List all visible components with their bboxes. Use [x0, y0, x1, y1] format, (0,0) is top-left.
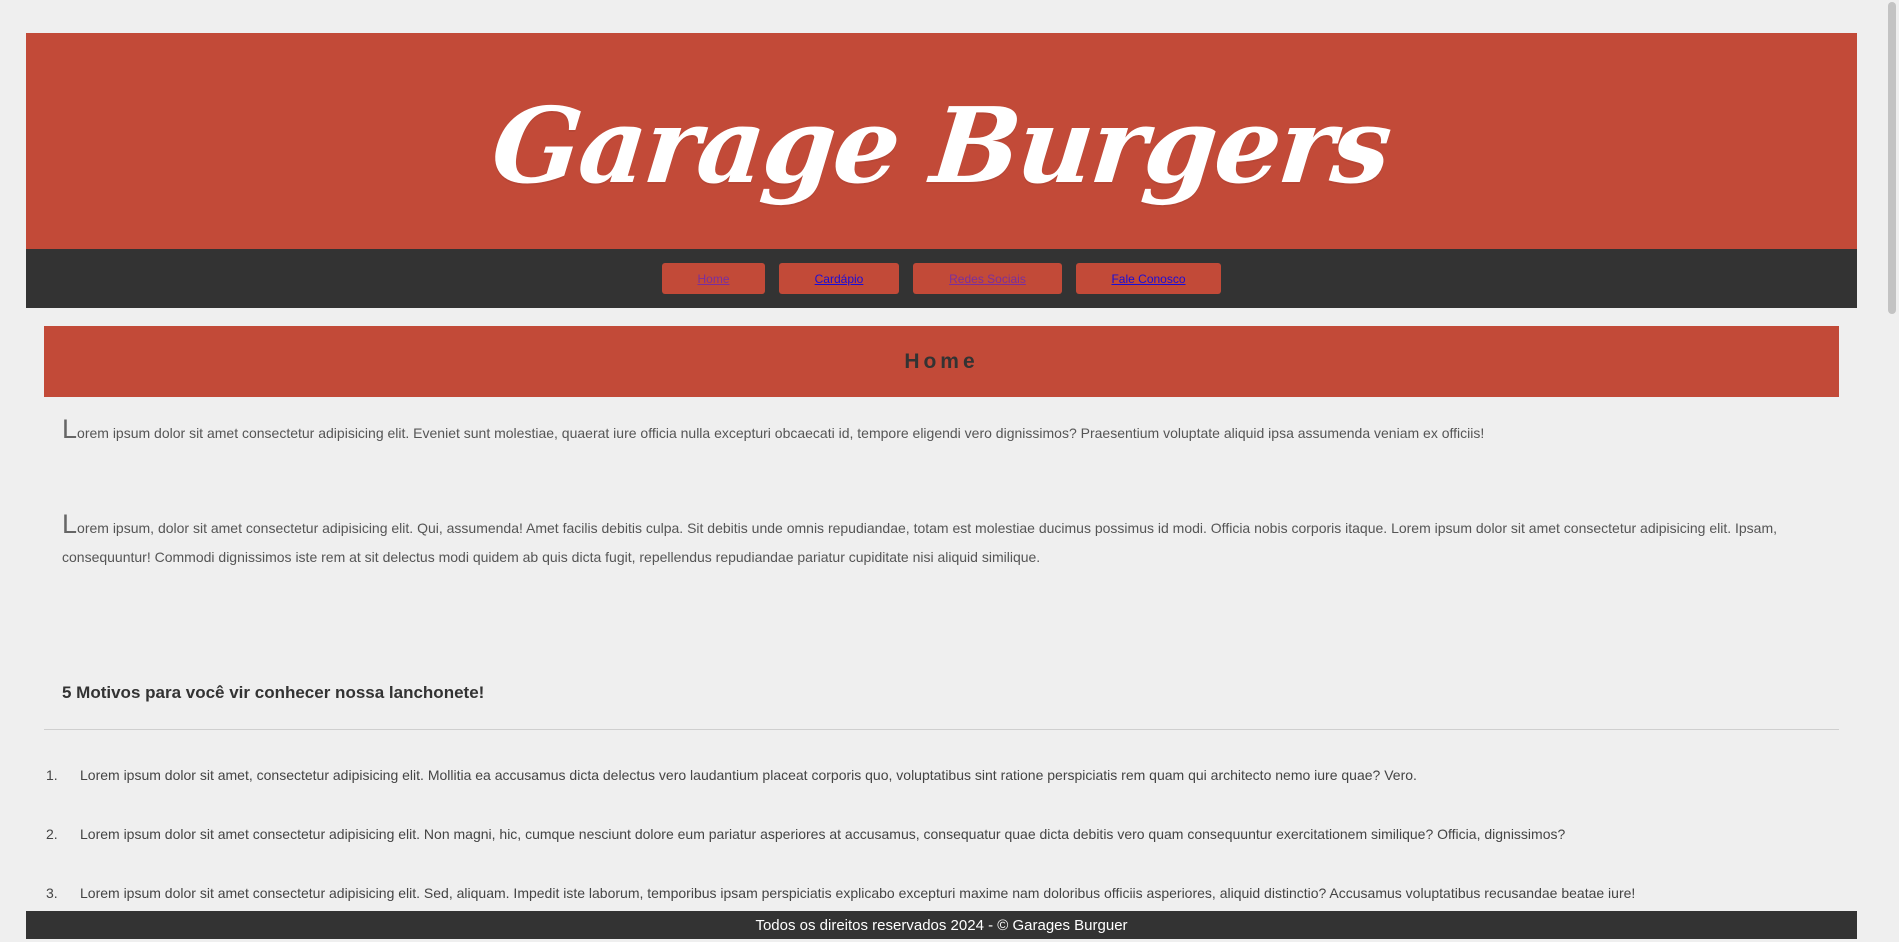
paragraph-text: orem ipsum, dolor sit amet consectetur a…	[62, 520, 1778, 565]
dropcap-letter: L	[62, 414, 78, 444]
list-item: 1. Lorem ipsum dolor sit amet, consectet…	[44, 765, 1824, 824]
divider	[44, 729, 1839, 730]
motivos-heading: 5 Motivos para você vir conhecer nossa l…	[62, 683, 485, 702]
list-item-number: 2.	[46, 826, 58, 842]
list-item-text: Lorem ipsum dolor sit amet, consectetur …	[80, 767, 1417, 783]
main-content: Home Lorem ipsum dolor sit amet consecte…	[44, 326, 1839, 901]
intro-paragraph-2: Lorem ipsum, dolor sit amet consectetur …	[62, 511, 1822, 572]
main-nav: Home Cardápio Redes Sociais Fale Conosco	[26, 249, 1857, 308]
list-item-number: 1.	[46, 767, 58, 783]
nav-cardapio-button[interactable]: Cardápio	[779, 263, 899, 294]
paragraph-text: orem ipsum dolor sit amet consectetur ad…	[77, 425, 1485, 441]
section-header-bar: Home	[44, 326, 1839, 397]
footer-copyright: Todos os direitos reservados 2024 - © Ga…	[755, 916, 1128, 934]
dropcap-letter: L	[62, 509, 78, 539]
list-item-text: Lorem ipsum dolor sit amet consectetur a…	[80, 885, 1636, 901]
list-item-text: Lorem ipsum dolor sit amet consectetur a…	[80, 826, 1566, 842]
list-item: 2. Lorem ipsum dolor sit amet consectetu…	[44, 824, 1824, 883]
nav-redes-sociais-button[interactable]: Redes Sociais	[913, 263, 1062, 294]
site-header: Garage Burgers	[26, 33, 1857, 249]
nav-home-button[interactable]: Home	[662, 263, 765, 294]
scrollbar-thumb[interactable]	[1888, 2, 1896, 314]
vertical-scrollbar[interactable]	[1885, 0, 1899, 939]
list-item-number: 3.	[46, 885, 58, 901]
page-wrapper: Garage Burgers Home Cardápio Redes Socia…	[26, 33, 1857, 939]
site-logo[interactable]: Garage Burgers	[487, 84, 1396, 207]
site-footer: Todos os direitos reservados 2024 - © Ga…	[26, 911, 1857, 939]
intro-paragraph-1: Lorem ipsum dolor sit amet consectetur a…	[62, 416, 1822, 448]
nav-fale-conosco-button[interactable]: Fale Conosco	[1076, 263, 1221, 294]
section-title: Home	[904, 349, 979, 373]
